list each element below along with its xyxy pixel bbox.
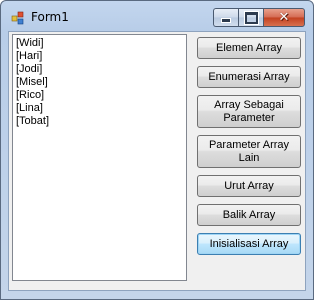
winforms-app-icon (11, 11, 24, 25)
array-sebagai-parameter-button[interactable]: Array Sebagai Parameter (197, 95, 301, 128)
close-icon: ✕ (278, 10, 290, 25)
inisialisasi-array-button[interactable]: Inisialisasi Array (197, 233, 301, 255)
list-item[interactable]: [Lina] (16, 102, 183, 115)
minimize-icon (221, 18, 231, 23)
title-bar[interactable]: Form1 ✕ (1, 1, 313, 31)
parameter-array-lain-button[interactable]: Parameter Array Lain (197, 135, 301, 168)
close-button[interactable]: ✕ (263, 8, 305, 27)
list-item[interactable]: [Misel] (16, 76, 183, 89)
names-listbox[interactable]: [Widi] [Hari] [Jodi] [Misel] [Rico] [Lin… (12, 34, 187, 281)
list-item[interactable]: [Hari] (16, 50, 183, 63)
form1-window: Form1 ✕ [Widi] [Hari] [Jodi] [Misel] [Ri… (0, 0, 314, 300)
balik-array-button[interactable]: Balik Array (197, 204, 301, 226)
minimize-button[interactable] (213, 8, 238, 27)
elemen-array-button[interactable]: Elemen Array (197, 37, 301, 59)
window-title: Form1 (31, 10, 69, 24)
list-item[interactable]: [Tobat] (16, 115, 183, 128)
list-item[interactable]: [Widi] (16, 37, 183, 50)
maximize-icon (244, 11, 258, 24)
list-item[interactable]: [Rico] (16, 89, 183, 102)
maximize-button[interactable] (238, 8, 263, 27)
list-item[interactable]: [Jodi] (16, 63, 183, 76)
caption-buttons: ✕ (213, 8, 305, 28)
urut-array-button[interactable]: Urut Array (197, 175, 301, 197)
client-area: [Widi] [Hari] [Jodi] [Misel] [Rico] [Lin… (8, 31, 306, 291)
enumerasi-array-button[interactable]: Enumerasi Array (197, 66, 301, 88)
